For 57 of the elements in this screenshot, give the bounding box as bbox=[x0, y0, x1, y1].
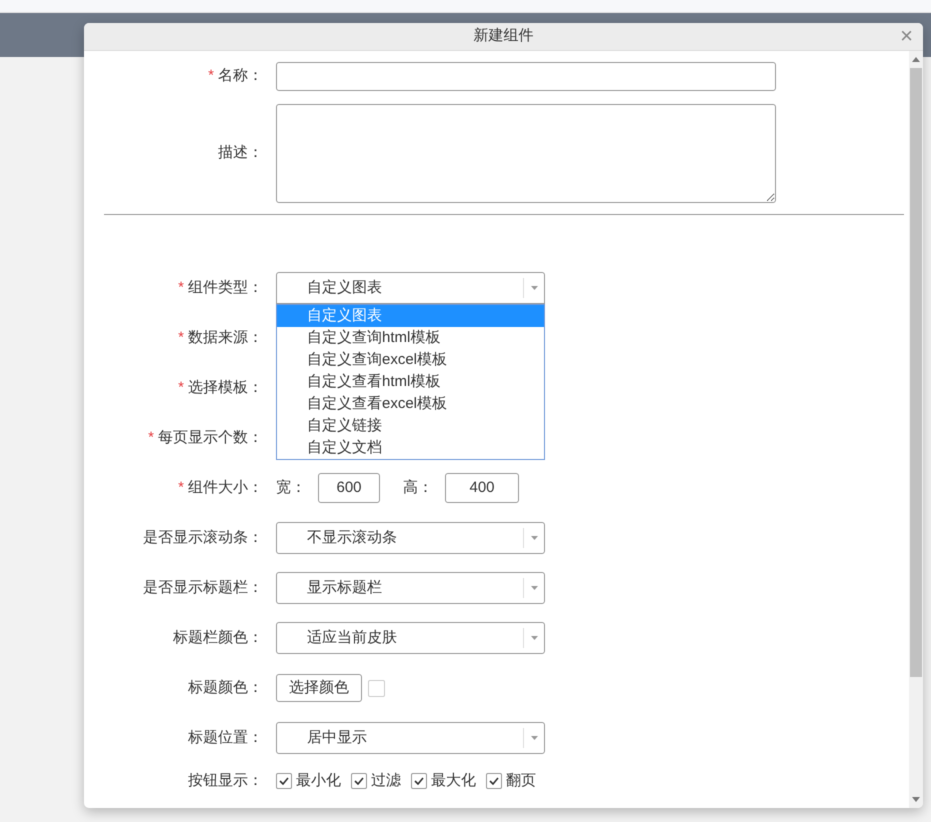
required-mark: * bbox=[178, 478, 184, 498]
height-input[interactable]: 400 bbox=[445, 473, 519, 503]
dropdown-option[interactable]: 自定义查看html模板 bbox=[277, 371, 544, 393]
check-icon bbox=[279, 777, 289, 785]
required-mark: * bbox=[208, 66, 214, 86]
caret-icon bbox=[531, 536, 538, 540]
field-label: 标题颜色： bbox=[188, 678, 263, 698]
select-field[interactable]: 显示标题栏 bbox=[276, 572, 545, 604]
dropdown-option[interactable]: 自定义查看excel模板 bbox=[277, 393, 544, 415]
check-icon bbox=[354, 777, 364, 785]
check-icon bbox=[414, 777, 424, 785]
field-label: 名称： bbox=[218, 66, 263, 86]
caret-icon bbox=[531, 286, 538, 290]
checkbox[interactable] bbox=[368, 680, 385, 696]
required-mark: * bbox=[148, 428, 154, 448]
field-label: 是否显示滚动条： bbox=[143, 528, 263, 548]
dropdown-option[interactable]: 自定义文档 bbox=[277, 437, 544, 459]
dropdown-option[interactable]: 自定义链接 bbox=[277, 415, 544, 437]
field-label: 标题位置： bbox=[188, 728, 263, 748]
select-field[interactable]: 不显示滚动条 bbox=[276, 522, 545, 554]
dialog-title: 新建组件 bbox=[474, 26, 534, 46]
checkbox[interactable] bbox=[411, 773, 427, 789]
select-field[interactable]: 自定义图表 bbox=[276, 272, 545, 304]
check-icon bbox=[489, 777, 499, 785]
width-input[interactable]: 600 bbox=[318, 473, 380, 503]
dropdown-option[interactable]: 自定义查询html模板 bbox=[277, 327, 544, 349]
select-field[interactable]: 居中显示 bbox=[276, 722, 545, 754]
dropdown-option[interactable]: 自定义查询excel模板 bbox=[277, 349, 544, 371]
checkbox-label: 过滤 bbox=[371, 770, 401, 791]
field-label: 按钮显示： bbox=[188, 770, 263, 791]
name-input[interactable] bbox=[276, 62, 776, 91]
required-mark: * bbox=[178, 328, 184, 348]
caret-icon bbox=[531, 636, 538, 640]
field-label: 选择模板： bbox=[188, 378, 263, 398]
required-mark: * bbox=[178, 278, 184, 298]
checkbox[interactable] bbox=[276, 773, 292, 789]
caret-icon bbox=[531, 586, 538, 590]
width-label: 宽： bbox=[276, 478, 307, 498]
checkbox[interactable] bbox=[486, 773, 502, 789]
field-label: 组件大小： bbox=[188, 478, 263, 498]
caret-icon bbox=[531, 736, 538, 740]
field-label: 数据来源： bbox=[188, 328, 263, 348]
field-label: 标题栏颜色： bbox=[173, 628, 263, 648]
description-textarea[interactable] bbox=[276, 104, 776, 203]
field-label: 组件类型： bbox=[188, 278, 263, 298]
field-label: 描述： bbox=[218, 143, 263, 164]
select-field[interactable]: 适应当前皮肤 bbox=[276, 622, 545, 654]
required-mark: * bbox=[178, 378, 184, 398]
checkbox[interactable] bbox=[351, 773, 367, 789]
scroll-down-icon bbox=[912, 797, 920, 802]
checkbox-label: 最大化 bbox=[431, 770, 476, 791]
checkbox-label: 翻页 bbox=[506, 770, 536, 791]
choose-color-button[interactable]: 选择颜色 bbox=[276, 674, 362, 702]
checkbox-label: 最小化 bbox=[296, 770, 341, 791]
field-label: 每页显示个数： bbox=[158, 428, 263, 448]
field-label: 是否显示标题栏： bbox=[143, 578, 263, 598]
height-label: 高： bbox=[403, 478, 434, 498]
